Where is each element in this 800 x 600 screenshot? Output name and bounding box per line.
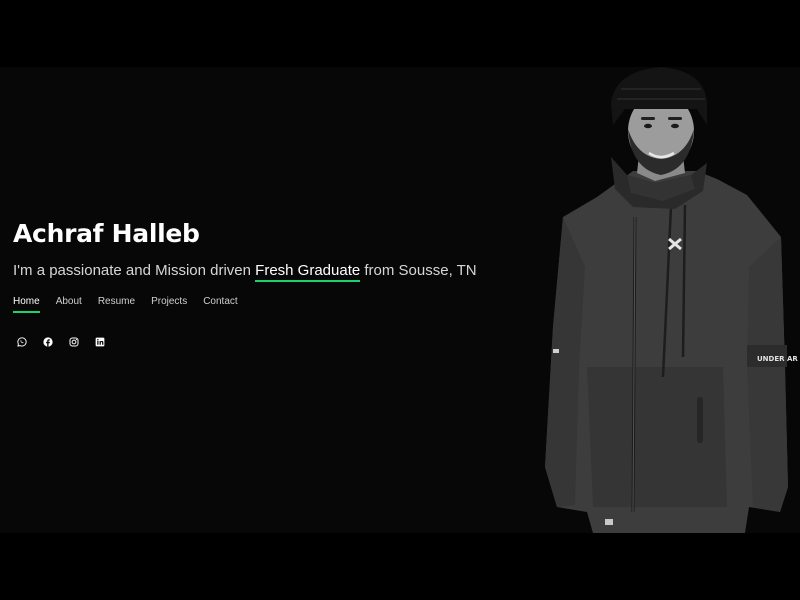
profile-photo: UNDER AR <box>535 67 800 533</box>
tagline-text-after: from Sousse, TN <box>360 262 477 279</box>
main-nav: Home About Resume Projects Contact <box>13 295 533 313</box>
nav-link-resume[interactable]: Resume <box>98 295 135 313</box>
facebook-icon <box>42 336 53 347</box>
hero-tagline: I'm a passionate and Mission driven Fres… <box>13 261 533 282</box>
hero-section: Achraf Halleb I'm a passionate and Missi… <box>0 67 800 533</box>
hero-text: Achraf Halleb I'm a passionate and Missi… <box>13 219 533 350</box>
page: Achraf Halleb I'm a passionate and Missi… <box>0 0 800 600</box>
whatsapp-icon <box>16 336 27 347</box>
tagline-highlight: Fresh Graduate <box>255 262 361 282</box>
whatsapp-link[interactable] <box>13 333 30 350</box>
instagram-icon <box>69 337 79 347</box>
linkedin-icon <box>95 337 104 346</box>
tagline-text-before: I'm a passionate and Mission driven <box>13 262 256 279</box>
nav-link-about[interactable]: About <box>56 295 82 313</box>
nav-link-home[interactable]: Home <box>13 295 40 313</box>
facebook-link[interactable] <box>39 333 56 350</box>
social-links <box>13 333 533 350</box>
nav-link-projects[interactable]: Projects <box>151 295 187 313</box>
linkedin-link[interactable] <box>91 333 108 350</box>
hero-name: Achraf Halleb <box>13 219 200 248</box>
instagram-link[interactable] <box>65 333 82 350</box>
nav-link-contact[interactable]: Contact <box>203 295 237 313</box>
jacket-brand-text: UNDER AR <box>757 355 798 363</box>
